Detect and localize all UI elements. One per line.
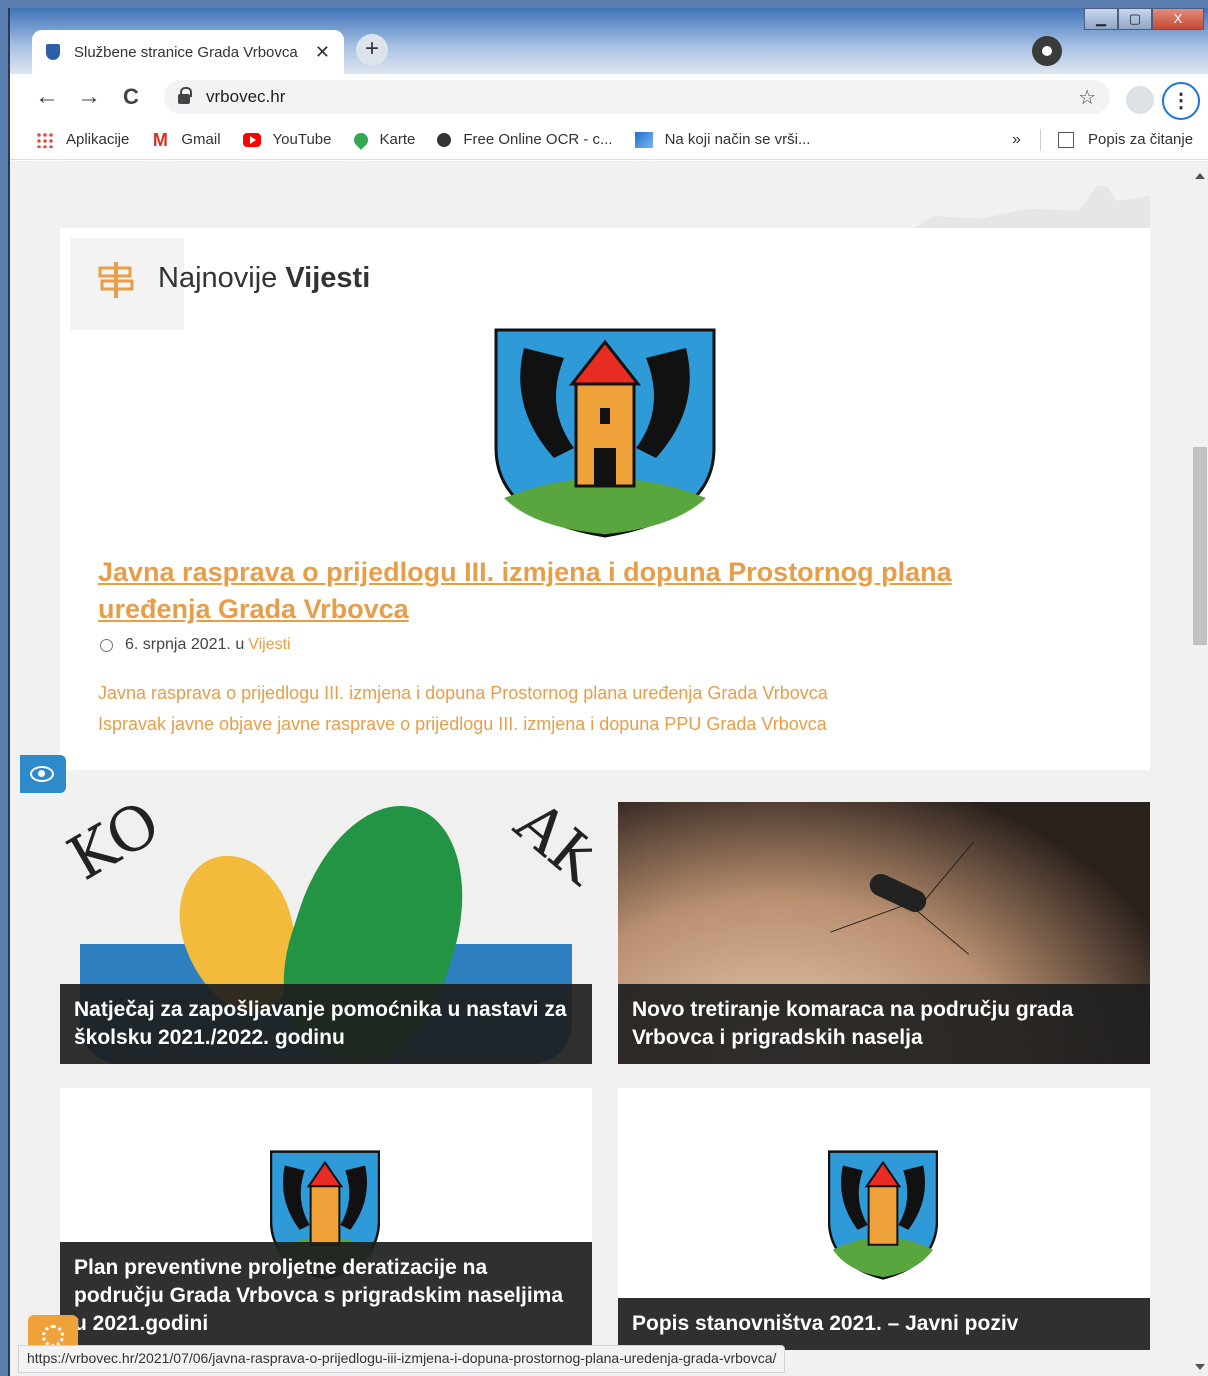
card-image-logo-letters: AK (501, 802, 592, 899)
profile-avatar[interactable] (1126, 86, 1154, 114)
news-card-title[interactable]: Novo tretiranje komaraca na području gra… (618, 984, 1150, 1064)
scroll-up-arrow-icon[interactable] (1195, 173, 1205, 179)
bookmark-label: Free Online OCR - c... (463, 131, 613, 148)
reading-list-button[interactable]: Popis za čitanje (1058, 131, 1193, 148)
browser-tab[interactable]: Službene stranice Grada Vrbovca ✕ (32, 30, 344, 74)
window-close-button[interactable]: X (1152, 8, 1204, 30)
bookmark-star-icon[interactable]: ☆ (1078, 85, 1096, 110)
reading-list-icon (1058, 131, 1074, 148)
mosquito-image (866, 870, 930, 916)
city-silhouette-decoration (910, 186, 1150, 231)
ocr-icon (437, 132, 452, 147)
bookmark-apps[interactable]: Aplikacije (36, 131, 129, 148)
article-links: Javna rasprava o prijedlogu III. izmjena… (98, 678, 828, 740)
maps-pin-icon (350, 129, 371, 150)
bookmark-gmail[interactable]: M Gmail (151, 129, 221, 150)
site-icon (634, 131, 653, 148)
news-card-title[interactable]: Popis stanovništva 2021. – Javni poziv (618, 1298, 1150, 1350)
bookmark-ocr[interactable]: Free Online OCR - c... (437, 131, 613, 148)
signpost-icon (98, 262, 134, 298)
mosquito-leg (921, 841, 975, 904)
crest-favicon-icon (46, 44, 60, 60)
scrollbar-thumb[interactable] (1193, 447, 1207, 645)
vrbovec-crest-image[interactable] (494, 328, 716, 538)
card-image-logo-letters: KO (60, 802, 172, 895)
new-tab-button[interactable]: + (356, 34, 388, 66)
eye-icon (30, 766, 54, 782)
lock-icon (178, 87, 192, 104)
reload-button[interactable]: C (110, 84, 152, 110)
accessibility-button[interactable] (20, 755, 66, 793)
latest-news-section: Najnovije Vijesti Javna rasprava o prije… (60, 228, 1150, 770)
article-link[interactable]: Javna rasprava o prijedlogu III. izmjena… (98, 678, 828, 709)
bookmark-site[interactable]: Na koji način se vrši... (634, 131, 811, 148)
article-meta: 6. srpnja 2021. u Vijesti (100, 636, 291, 654)
page-scrollbar[interactable] (1190, 161, 1208, 1376)
reading-list-label: Popis za čitanje (1088, 131, 1194, 148)
browser-menu-icon[interactable]: ⋮ (1162, 82, 1200, 120)
page-viewport: Najnovije Vijesti Javna rasprava o prije… (10, 161, 1208, 1376)
maximize-button[interactable]: ▢ (1118, 8, 1152, 30)
section-title: Najnovije Vijesti (158, 262, 371, 294)
vrbovec-crest-image (828, 1150, 938, 1280)
bookmark-label: Na koji način se vrši... (664, 131, 811, 148)
forward-button[interactable]: → (68, 83, 110, 111)
clock-icon (100, 638, 113, 652)
article-date: 6. srpnja 2021. (125, 636, 231, 653)
minimize-button[interactable]: ▁ (1084, 8, 1118, 30)
news-card[interactable]: KO AK Natječaj za zapošljavanje pomoćnik… (60, 802, 592, 1064)
browser-window: Službene stranice Grada Vrbovca ✕ + ▁ ▢ … (8, 8, 1208, 1376)
featured-article-title[interactable]: Javna rasprava o prijedlogu III. izmjena… (98, 554, 1038, 628)
news-card[interactable]: Novo tretiranje komaraca na području gra… (618, 802, 1150, 1064)
tab-search-icon[interactable] (1032, 36, 1062, 66)
mosquito-leg (907, 902, 969, 955)
mosquito-leg (830, 904, 906, 933)
bookmarks-bar: Aplikacije M Gmail YouTube Karte Free On… (10, 120, 1208, 160)
more-bookmarks-button[interactable]: » (1012, 131, 1021, 149)
news-card-title[interactable]: Natječaj za zapošljavanje pomoćnika u na… (60, 984, 592, 1064)
url-text: vrbovec.hr (206, 87, 286, 106)
window-controls: ▁ ▢ X (1084, 8, 1204, 30)
gear-icon (42, 1325, 64, 1347)
tab-strip: Službene stranice Grada Vrbovca ✕ + ▁ ▢ … (10, 8, 1208, 74)
bookmark-youtube[interactable]: YouTube (242, 131, 332, 148)
scroll-down-arrow-icon[interactable] (1195, 1364, 1205, 1370)
article-in-word: u (235, 636, 245, 653)
article-link[interactable]: Ispravak javne objave javne rasprave o p… (98, 709, 828, 740)
tab-title: Službene stranice Grada Vrbovca (74, 43, 298, 61)
apps-grid-icon (36, 131, 54, 148)
news-card[interactable]: Plan preventivne proljetne deratizacije … (60, 1088, 592, 1350)
close-tab-icon[interactable]: ✕ (315, 42, 330, 63)
news-card-title[interactable]: Plan preventivne proljetne deratizacije … (60, 1242, 592, 1350)
bookmark-label: Gmail (181, 131, 221, 148)
bookmark-label: Karte (379, 131, 416, 148)
youtube-icon (242, 132, 261, 147)
gmail-icon: M (152, 129, 168, 150)
news-card[interactable]: Popis stanovništva 2021. – Javni poziv (618, 1088, 1150, 1350)
status-bar-url: https://vrbovec.hr/2021/07/06/javna-rasp… (18, 1345, 786, 1373)
bookmark-maps[interactable]: Karte (350, 129, 416, 150)
address-bar[interactable]: vrbovec.hr ☆ (164, 80, 1110, 114)
article-category-link[interactable]: Vijesti (248, 636, 290, 654)
bookmark-label: YouTube (272, 131, 332, 148)
back-button[interactable]: ← (26, 83, 68, 111)
bookmarks-divider (1040, 128, 1041, 151)
browser-toolbar: ← → C vrbovec.hr ☆ ⋮ (10, 74, 1208, 120)
bookmark-label: Aplikacije (66, 131, 130, 148)
